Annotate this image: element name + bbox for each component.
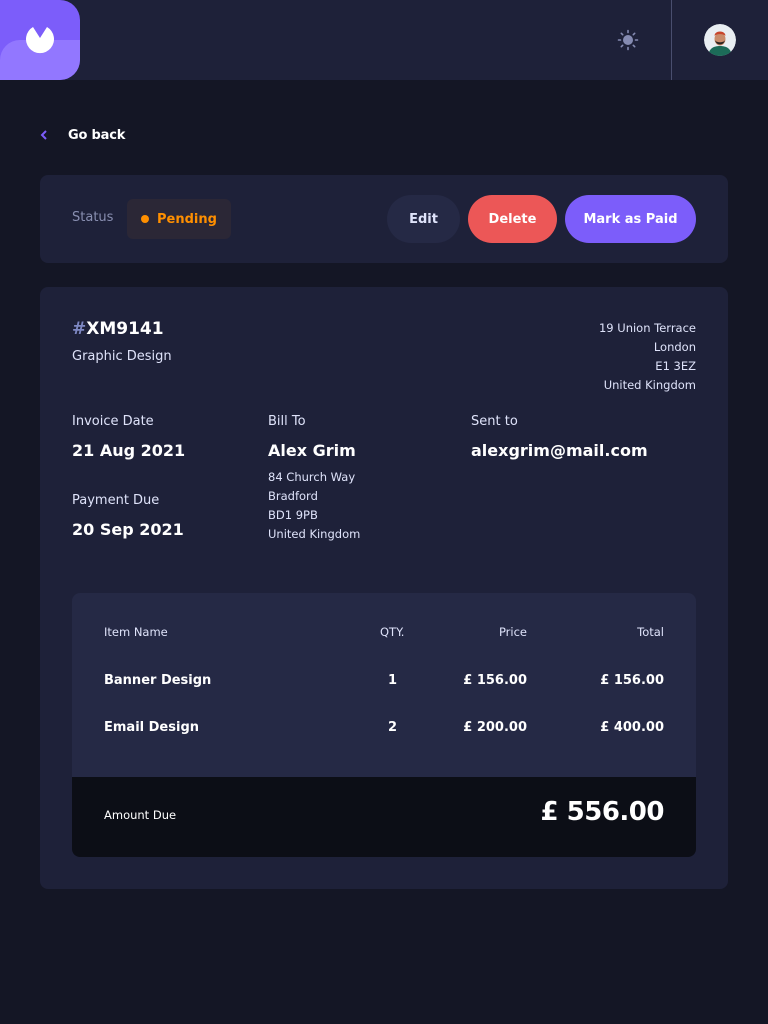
item-qty: 2: [388, 720, 398, 735]
app-logo-icon: [26, 27, 54, 54]
invoice-date-label: Invoice Date: [72, 414, 154, 429]
theme-toggle-button[interactable]: [616, 28, 640, 52]
status-dot-icon: [141, 215, 150, 223]
invoice-id-hash: #: [72, 319, 87, 339]
item-total: £ 400.00: [600, 720, 664, 735]
item-name: Banner Design: [104, 673, 212, 688]
sender-country: United Kingdom: [603, 378, 696, 392]
client-street: 84 Church Way: [268, 470, 356, 484]
client-city: Bradford: [268, 489, 318, 503]
user-avatar[interactable]: [704, 24, 736, 56]
payment-due-label: Payment Due: [72, 493, 160, 508]
invoice-description: Graphic Design: [72, 349, 172, 364]
amount-due-label: Amount Due: [104, 808, 177, 822]
sent-to-label: Sent to: [471, 414, 518, 429]
payment-due-value: 20 Sep 2021: [72, 520, 184, 539]
bill-to-label: Bill To: [268, 414, 306, 429]
client-address: 84 Church Way Bradford BD1 9PB United Ki…: [268, 468, 360, 544]
status-text: Pending: [157, 211, 217, 227]
delete-button[interactable]: Delete: [468, 195, 557, 243]
invoice-date-value: 21 Aug 2021: [72, 441, 186, 460]
sun-icon: [617, 29, 639, 51]
invoice-id: #XM9141: [72, 319, 164, 339]
go-back-label: Go back: [68, 127, 126, 143]
amount-due-value: £ 556.00: [540, 797, 665, 827]
app-logo[interactable]: [0, 0, 80, 80]
client-post-code: BD1 9PB: [268, 508, 318, 522]
client-name: Alex Grim: [268, 441, 356, 460]
client-country: United Kingdom: [268, 527, 361, 541]
client-email: alexgrim@mail.com: [471, 441, 648, 460]
status-label: Status: [72, 210, 114, 225]
item-price: £ 156.00: [463, 673, 527, 688]
header-item-name: Item Name: [104, 625, 168, 639]
item-price: £ 200.00: [463, 720, 527, 735]
sender-street: 19 Union Terrace: [598, 321, 696, 335]
sender-post-code: E1 3EZ: [655, 359, 696, 373]
items-table: Item Name QTY. Price Total Banner Design…: [72, 593, 696, 857]
status-badge: Pending: [127, 199, 231, 239]
item-name: Email Design: [104, 720, 199, 735]
header-divider: [671, 0, 672, 80]
go-back-link[interactable]: Go back: [40, 124, 125, 146]
item-total: £ 156.00: [600, 673, 664, 688]
edit-button[interactable]: Edit: [387, 195, 460, 243]
status-bar: Status Pending Edit Delete Mark as Paid: [40, 175, 728, 263]
chevron-left-icon: [40, 130, 48, 140]
header-price: Price: [498, 625, 527, 639]
amount-due-bar: Amount Due £ 556.00: [72, 777, 696, 857]
header-qty: QTY.: [380, 625, 405, 639]
header-total: Total: [637, 625, 664, 639]
invoice-id-value: XM9141: [86, 319, 164, 339]
sender-city: London: [653, 340, 696, 354]
mark-as-paid-button[interactable]: Mark as Paid: [565, 195, 696, 243]
top-bar: [0, 0, 768, 80]
sender-address: 19 Union Terrace London E1 3EZ United Ki…: [599, 319, 696, 395]
item-qty: 1: [388, 673, 398, 688]
invoice-detail-card: #XM9141 Graphic Design 19 Union Terrace …: [40, 287, 728, 889]
